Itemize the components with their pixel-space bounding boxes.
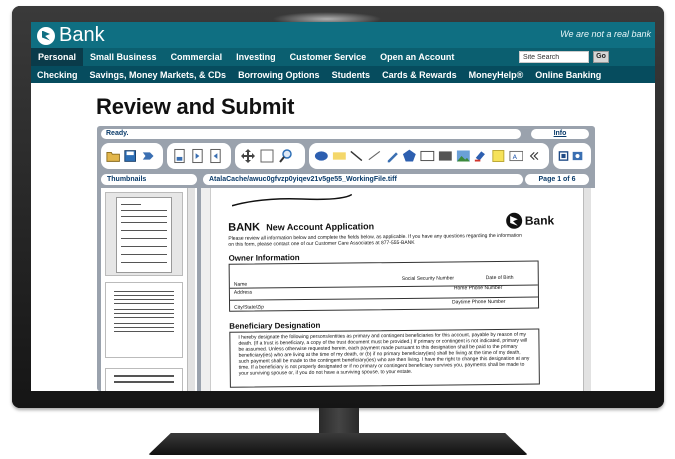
page-prev-icon[interactable]	[190, 148, 205, 164]
beneficiary-text: I hereby designate the following persons…	[229, 328, 540, 388]
nav-item-open-account[interactable]: Open an Account	[373, 48, 461, 66]
sticky-note-icon[interactable]	[491, 148, 506, 164]
doc-logo-icon	[505, 212, 522, 229]
vertical-ruler	[201, 188, 211, 391]
monitor-stand-neck	[319, 408, 359, 436]
thumbnail-panel	[101, 188, 197, 391]
bank-logo[interactable]: Bank	[37, 24, 105, 47]
doc-title: New Account Application	[266, 221, 375, 233]
field-day-phone-label: Daytime Phone Number	[451, 298, 506, 306]
forward-icon[interactable]	[141, 148, 155, 164]
doc-logo-text: Bank	[524, 213, 555, 228]
subnav-item-savings[interactable]: Savings, Money Markets, & CDs	[84, 70, 233, 80]
subnav-item-checking[interactable]: Checking	[31, 70, 84, 80]
stamp-icon[interactable]	[473, 148, 488, 164]
field-ssn-label: Social Security Number	[401, 275, 455, 282]
nav-item-customer-service[interactable]: Customer Service	[283, 48, 374, 66]
image-icon[interactable]	[456, 148, 471, 164]
monitor-screen: Bank We are not a real bank Personal Sma…	[31, 22, 655, 391]
properties-icon[interactable]	[572, 148, 583, 164]
owner-section-heading: Owner Information	[228, 253, 300, 263]
thumbnail-scrollbar[interactable]	[187, 188, 195, 391]
doc-brand: BANK	[228, 221, 261, 234]
owner-row-city: City/State/Zip Daytime Phone Number	[230, 298, 538, 313]
page-title: Review and Submit	[96, 94, 295, 119]
thumbnails-label: Thumbnails	[101, 174, 197, 185]
toolbar-extra	[553, 143, 591, 169]
page-icon[interactable]	[172, 148, 187, 164]
site-search: Go	[519, 51, 609, 63]
doc-logo: Bank	[505, 212, 555, 229]
nav-item-investing[interactable]: Investing	[229, 48, 283, 66]
page-next-icon[interactable]	[208, 148, 223, 164]
toolbar-view	[235, 143, 305, 169]
toolbar-annotations: A	[309, 143, 549, 169]
bank-tagline: We are not a real bank	[560, 29, 651, 39]
save-icon[interactable]	[123, 148, 137, 164]
document-viewer: Ready. Info A Thumbnails AtalaCache/awuc…	[97, 126, 595, 391]
open-folder-icon[interactable]	[106, 148, 120, 164]
field-dob-label: Date of Birth	[485, 274, 514, 282]
ellipse-icon[interactable]	[314, 148, 329, 164]
doc-instructions: Please review all information below and …	[228, 232, 522, 248]
subnav-item-moneyhelp[interactable]: MoneyHelp®	[463, 70, 530, 80]
polygon-icon[interactable]	[402, 148, 417, 164]
document-page: BANK New Account Application Bank Please…	[224, 193, 576, 391]
monitor-stand-base	[148, 433, 528, 455]
pen-icon[interactable]	[385, 148, 400, 164]
thumbnail-sheet	[116, 197, 172, 273]
select-rect-icon[interactable]	[259, 148, 275, 164]
field-address-label: Address	[233, 289, 253, 296]
subnav-item-borrowing[interactable]: Borrowing Options	[232, 70, 326, 80]
fit-page-icon[interactable]	[558, 148, 569, 164]
search-go-button[interactable]: Go	[593, 51, 609, 63]
subnav-item-cards[interactable]: Cards & Rewards	[376, 70, 463, 80]
scan-edge-line	[231, 193, 353, 207]
toolbar-file	[101, 143, 163, 169]
file-path-label: AtalaCache/awuc0gfvzp0yiqev21v5ge55_Work…	[203, 174, 523, 185]
viewer-status: Ready.	[101, 129, 521, 139]
highlight-icon[interactable]	[332, 148, 347, 164]
subnav-item-online-banking[interactable]: Online Banking	[529, 70, 607, 80]
document-scrollbar[interactable]	[583, 188, 591, 391]
site-search-input[interactable]	[519, 51, 589, 63]
thumbnail-page-2[interactable]	[105, 282, 183, 358]
freehand-icon[interactable]	[367, 148, 382, 164]
bank-logo-text: Bank	[59, 24, 105, 46]
bank-logo-icon	[37, 26, 55, 45]
collapse-icon[interactable]	[526, 148, 541, 164]
pan-icon[interactable]	[240, 148, 256, 164]
info-button[interactable]: Info	[531, 129, 589, 139]
nav-item-commercial[interactable]: Commercial	[164, 48, 230, 66]
page-indicator: Page 1 of 6	[525, 174, 589, 185]
field-city-label: City/State/Zip	[234, 304, 265, 311]
nav-item-personal[interactable]: Personal	[31, 48, 84, 66]
nav-item-small-business[interactable]: Small Business	[83, 48, 164, 66]
primary-nav: Personal Small Business Commercial Inves…	[31, 48, 655, 66]
owner-info-table: Name Social Security Number Date of Birt…	[228, 260, 540, 313]
subnav-item-students[interactable]: Students	[326, 70, 377, 80]
zoom-icon[interactable]	[278, 148, 294, 164]
svg-text:A: A	[512, 153, 517, 161]
document-canvas[interactable]: BANK New Account Application Bank Please…	[201, 188, 595, 391]
thumbnail-page-3[interactable]	[105, 368, 183, 391]
rectangle-icon[interactable]	[420, 148, 435, 164]
filled-rect-icon[interactable]	[438, 148, 453, 164]
field-name-label: Name	[233, 281, 248, 288]
beneficiary-section-heading: Beneficiary Designation	[229, 320, 321, 331]
bank-header: Bank We are not a real bank	[31, 22, 655, 48]
secondary-nav: Checking Savings, Money Markets, & CDs B…	[31, 66, 655, 83]
text-icon[interactable]: A	[509, 148, 524, 164]
line-icon[interactable]	[349, 148, 364, 164]
toolbar-pages	[167, 143, 231, 169]
thumbnail-page-1[interactable]	[105, 192, 183, 276]
